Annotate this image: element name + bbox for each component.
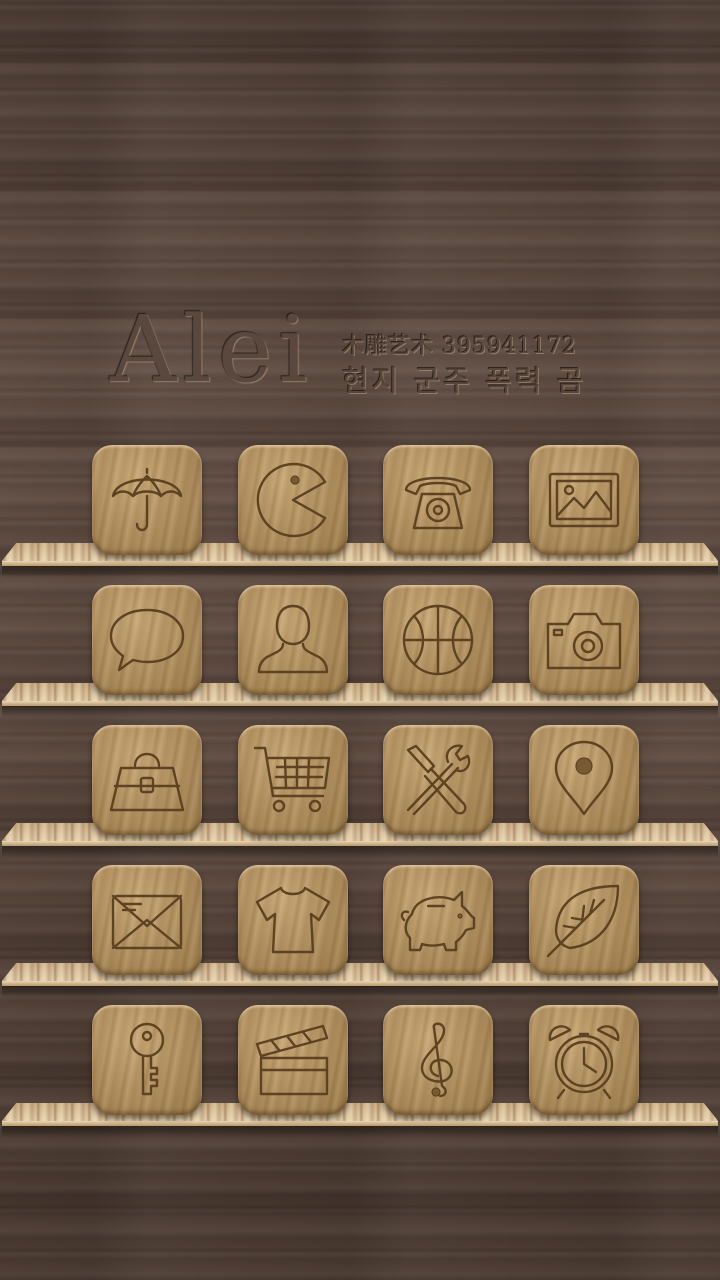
contact-icon[interactable] [238, 585, 348, 695]
chat-bubble-icon[interactable] [92, 585, 202, 695]
logo-subtitle-chinese: 木雕艺术 395941172 [342, 334, 577, 359]
piggy-bank-icon[interactable] [383, 865, 493, 975]
alarm-clock-icon[interactable] [529, 1005, 639, 1115]
picture-icon[interactable] [529, 445, 639, 555]
pacman-icon[interactable] [238, 445, 348, 555]
map-pin-icon[interactable] [529, 725, 639, 835]
home-screen: Alei 木雕艺术 395941172 현지 군주 폭력 곰 [0, 0, 720, 1280]
telephone-icon[interactable] [383, 445, 493, 555]
basketball-icon[interactable] [383, 585, 493, 695]
logo-subtitle-korean: 현지 군주 폭력 곰 [342, 364, 587, 398]
tshirt-icon[interactable] [238, 865, 348, 975]
camera-icon[interactable] [529, 585, 639, 695]
umbrella-icon[interactable] [92, 445, 202, 555]
handbag-icon[interactable] [92, 725, 202, 835]
shopping-cart-icon[interactable] [238, 725, 348, 835]
clapperboard-icon[interactable] [238, 1005, 348, 1115]
music-note-icon[interactable] [383, 1005, 493, 1115]
leaf-icon[interactable] [529, 865, 639, 975]
engraved-logo: Alei 木雕艺术 395941172 현지 군주 폭력 곰 [110, 300, 670, 410]
tools-icon[interactable] [383, 725, 493, 835]
key-icon[interactable] [92, 1005, 202, 1115]
logo-word: Alei [110, 296, 314, 403]
mail-icon[interactable] [92, 865, 202, 975]
